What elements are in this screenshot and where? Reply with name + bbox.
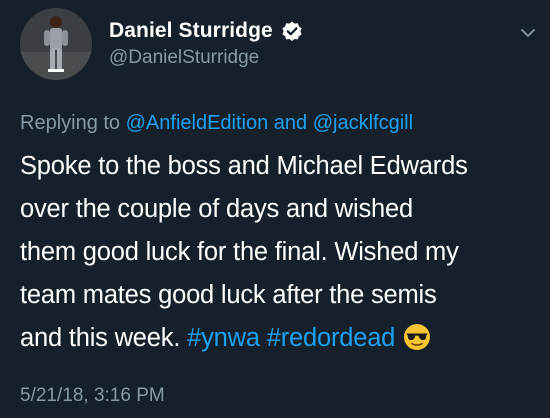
tweet-text-line-last: and this week. #ynwa #redordead [20,317,540,360]
avatar-photo-icon [20,8,92,80]
tweet-timestamp[interactable]: 5/21/18, 3:16 PM [20,385,165,407]
tweet-text-line: them good luck for the final. Wished my [20,238,459,266]
mention-joiner: and [268,112,313,134]
mention-link[interactable]: @AnfieldEdition [126,112,269,134]
author-handle[interactable]: @DanielSturridge [109,47,259,69]
chevron-down-icon[interactable] [517,22,539,44]
tweet-body: Spoke to the boss and Michael Edwards ov… [20,145,540,360]
replying-to-label: Replying to [20,112,126,134]
tweet-card: Daniel Sturridge @DanielSturridge Replyi… [0,0,550,418]
author-display-name[interactable]: Daniel Sturridge [109,19,273,43]
tweet-text-line: over the couple of days and wished [20,195,413,223]
tweet-text-line: Spoke to the boss and Michael Edwards [20,152,468,180]
hashtag-link[interactable]: #redordead [267,324,396,352]
replying-to-line: Replying to @AnfieldEdition and @jacklfc… [20,112,413,135]
verified-badge-icon [281,20,303,42]
smiling-face-with-sunglasses-icon [403,322,431,350]
hashtag-link[interactable]: #ynwa [187,324,260,352]
avatar[interactable] [20,8,92,80]
author-name-row: Daniel Sturridge [109,16,303,46]
tweet-text-fragment: and this week. [20,324,188,352]
mention-link[interactable]: @jacklfcgill [313,112,413,134]
tweet-text-line: team mates good luck after the semis [20,281,437,309]
